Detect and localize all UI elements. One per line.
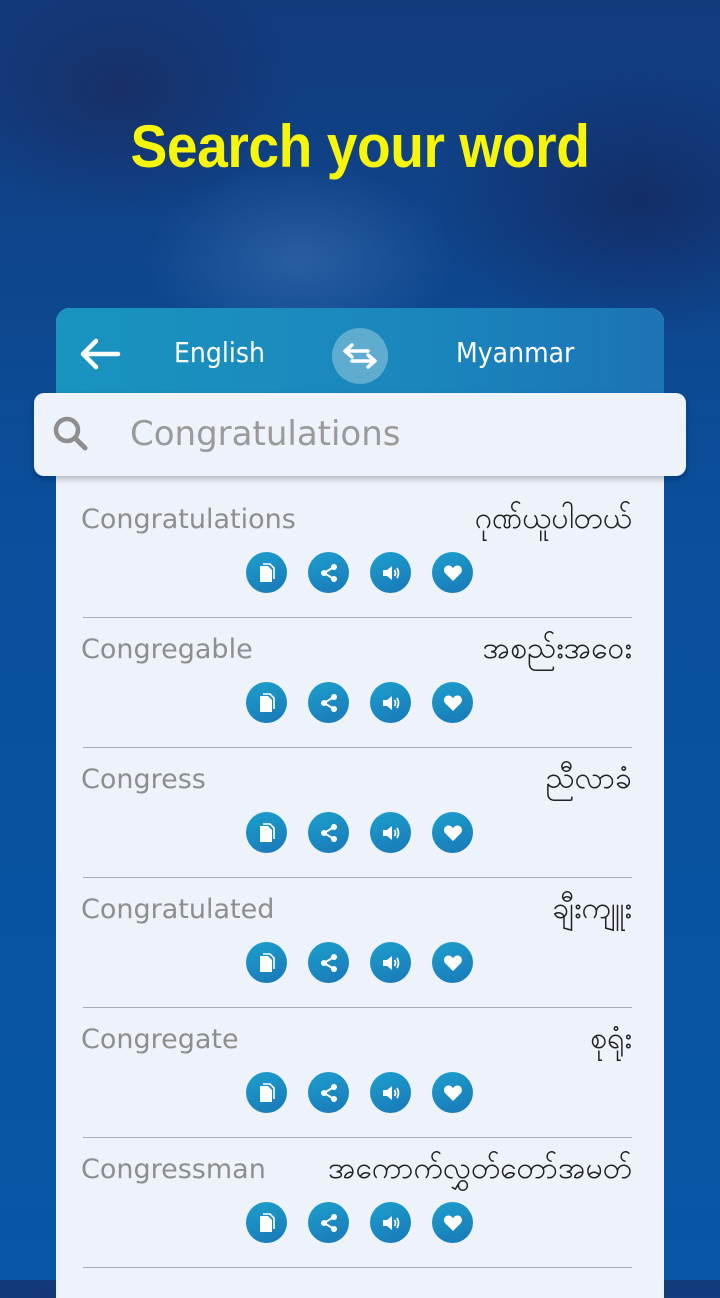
favorite-button[interactable] bbox=[432, 812, 473, 853]
speak-button[interactable] bbox=[370, 812, 411, 853]
favorite-button[interactable] bbox=[432, 682, 473, 723]
copy-icon bbox=[259, 952, 275, 972]
share-button[interactable] bbox=[308, 552, 349, 593]
share-icon bbox=[320, 693, 337, 712]
share-button[interactable] bbox=[308, 1072, 349, 1113]
myanmar-translation: အကောက်လွှတ်တော်အမတ် bbox=[328, 1151, 632, 1186]
speak-button[interactable] bbox=[370, 1202, 411, 1243]
result-row[interactable]: Congressman အကောက်လွှတ်တော်အမတ် bbox=[56, 1138, 664, 1268]
favorite-button[interactable] bbox=[432, 1202, 473, 1243]
search-icon bbox=[53, 416, 88, 451]
swap-languages-button[interactable] bbox=[332, 328, 388, 384]
arrow-left-icon bbox=[80, 338, 121, 370]
speak-button[interactable] bbox=[370, 1072, 411, 1113]
copy-icon bbox=[259, 692, 275, 712]
copy-button[interactable] bbox=[246, 1072, 287, 1113]
favorite-button[interactable] bbox=[432, 552, 473, 593]
search-input[interactable] bbox=[130, 411, 660, 457]
heart-icon bbox=[443, 1214, 462, 1231]
action-buttons bbox=[246, 1072, 473, 1113]
result-row[interactable]: Congratulations ဂုဏ်ယူပါတယ် bbox=[56, 488, 664, 618]
speak-button[interactable] bbox=[370, 942, 411, 983]
search-bar bbox=[34, 393, 686, 476]
heart-icon bbox=[443, 954, 462, 971]
speaker-icon bbox=[382, 1215, 399, 1230]
share-icon bbox=[320, 823, 337, 842]
copy-button[interactable] bbox=[246, 812, 287, 853]
english-word: Congratulations bbox=[81, 504, 296, 535]
share-icon bbox=[320, 563, 337, 582]
share-button[interactable] bbox=[308, 1202, 349, 1243]
headline: Search your word bbox=[130, 113, 590, 180]
copy-icon bbox=[259, 1212, 275, 1232]
speaker-icon bbox=[382, 1085, 399, 1100]
speak-button[interactable] bbox=[370, 682, 411, 723]
speak-button[interactable] bbox=[370, 552, 411, 593]
english-word: Congregable bbox=[81, 634, 253, 665]
english-word: Congratulated bbox=[81, 894, 275, 925]
source-language[interactable]: English bbox=[174, 336, 265, 369]
result-row[interactable]: Congratulated ချီးကျူး bbox=[56, 878, 664, 1008]
copy-icon bbox=[259, 1082, 275, 1102]
speaker-icon bbox=[382, 565, 399, 580]
swap-arrows-icon bbox=[343, 343, 377, 369]
heart-icon bbox=[443, 564, 462, 581]
english-word: Congregate bbox=[81, 1024, 239, 1055]
language-bar: English Myanmar bbox=[56, 308, 664, 396]
myanmar-translation: ချီးကျူး bbox=[552, 891, 632, 926]
result-row[interactable]: Congregate စုရုံး bbox=[56, 1008, 664, 1138]
result-row[interactable]: Congregable အစည်းအဝေး bbox=[56, 618, 664, 748]
heart-icon bbox=[443, 824, 462, 841]
back-button[interactable] bbox=[78, 336, 122, 372]
heart-icon bbox=[443, 1084, 462, 1101]
myanmar-translation: ညီလာခံ bbox=[545, 761, 632, 796]
share-button[interactable] bbox=[308, 942, 349, 983]
action-buttons bbox=[246, 1202, 473, 1243]
action-buttons bbox=[246, 682, 473, 723]
myanmar-translation: စုရုံး bbox=[590, 1021, 632, 1056]
myanmar-translation: အစည်းအဝေး bbox=[482, 631, 632, 666]
english-word: Congress bbox=[81, 764, 206, 795]
copy-button[interactable] bbox=[246, 942, 287, 983]
copy-button[interactable] bbox=[246, 1202, 287, 1243]
heart-icon bbox=[443, 694, 462, 711]
result-row[interactable]: Congress ညီလာခံ bbox=[56, 748, 664, 878]
target-language[interactable]: Myanmar bbox=[456, 336, 574, 369]
favorite-button[interactable] bbox=[432, 1072, 473, 1113]
share-button[interactable] bbox=[308, 682, 349, 723]
share-icon bbox=[320, 1083, 337, 1102]
copy-button[interactable] bbox=[246, 552, 287, 593]
share-icon bbox=[320, 953, 337, 972]
copy-icon bbox=[259, 562, 275, 582]
action-buttons bbox=[246, 942, 473, 983]
speaker-icon bbox=[382, 955, 399, 970]
myanmar-translation: ဂုဏ်ယူပါတယ် bbox=[474, 501, 632, 536]
action-buttons bbox=[246, 552, 473, 593]
speaker-icon bbox=[382, 825, 399, 840]
speaker-icon bbox=[382, 695, 399, 710]
copy-button[interactable] bbox=[246, 682, 287, 723]
copy-icon bbox=[259, 822, 275, 842]
row-divider bbox=[83, 1266, 632, 1268]
favorite-button[interactable] bbox=[432, 942, 473, 983]
share-icon bbox=[320, 1213, 337, 1232]
results-list: Congratulations ဂုဏ်ယူပါတယ် Congregable … bbox=[56, 488, 664, 1268]
share-button[interactable] bbox=[308, 812, 349, 853]
english-word: Congressman bbox=[81, 1154, 266, 1185]
action-buttons bbox=[246, 812, 473, 853]
